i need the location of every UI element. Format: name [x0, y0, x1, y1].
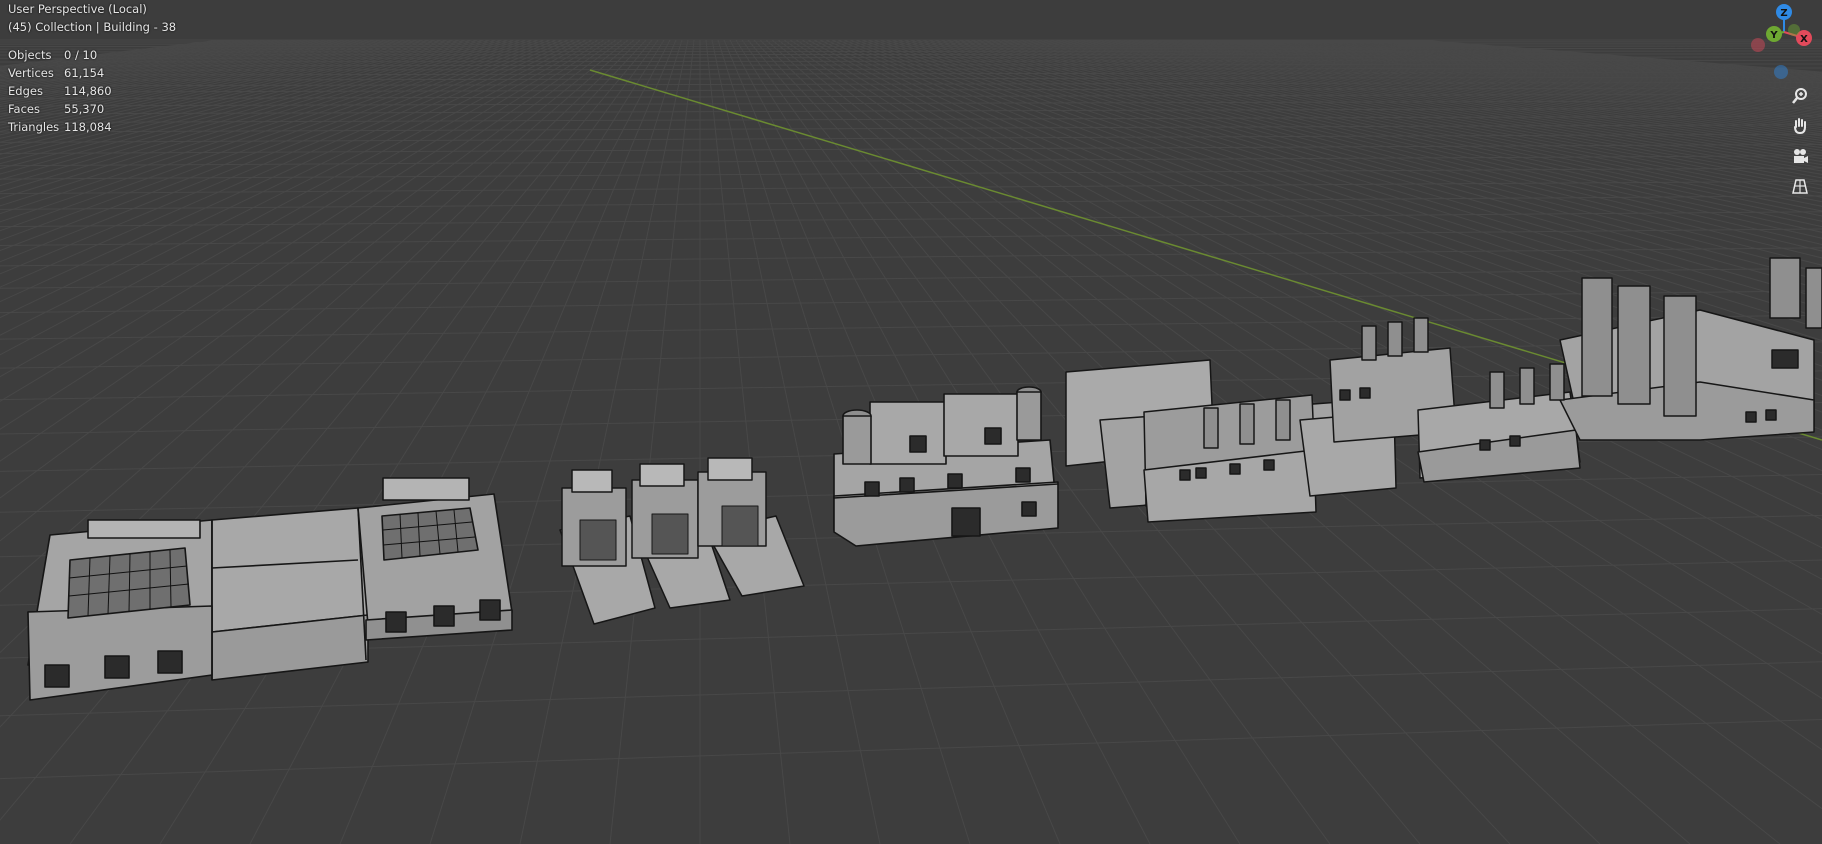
navigation-gizmo[interactable]: X Z Y	[1746, 0, 1822, 84]
viewport-title: User Perspective (Local)	[8, 2, 147, 16]
stat-objects: Objects 0 / 10	[8, 46, 176, 64]
stat-value: 61,154	[64, 66, 105, 80]
stat-label: Triangles	[8, 120, 60, 134]
stat-triangles: Triangles 118,084	[8, 118, 176, 136]
stat-faces: Faces 55,370	[8, 100, 176, 118]
gizmo-z-label: Z	[1780, 8, 1787, 19]
gizmo-neg-x-icon[interactable]	[1751, 38, 1765, 52]
viewport-context: (45) Collection | Building - 38	[8, 20, 177, 34]
zoom-icon[interactable]	[1788, 84, 1812, 108]
perspective-grid-icon[interactable]	[1788, 174, 1812, 198]
pan-hand-icon[interactable]	[1788, 114, 1812, 138]
gizmo-y-label: Y	[1769, 30, 1778, 41]
stat-label: Faces	[8, 102, 40, 116]
stat-value: 0 / 10	[64, 48, 98, 62]
stat-label: Vertices	[8, 66, 54, 80]
stat-label: Objects	[8, 48, 52, 62]
stat-vertices: Vertices 61,154	[8, 64, 176, 82]
building-warehouse[interactable]	[27, 477, 513, 701]
building-office[interactable]	[833, 386, 1059, 547]
gizmo-neg-y-icon[interactable]	[1788, 24, 1800, 36]
viewport-info-overlay: User Perspective (Local) (45) Collection…	[8, 0, 176, 136]
utility-units[interactable]	[559, 457, 805, 625]
stat-label: Edges	[8, 84, 43, 98]
stat-value: 118,084	[64, 120, 112, 134]
gizmo-x-label: X	[1800, 34, 1808, 45]
camera-view-icon[interactable]	[1788, 144, 1812, 168]
stat-value: 114,860	[64, 84, 112, 98]
gizmo-neg-z-icon[interactable]	[1774, 65, 1788, 79]
stat-value: 55,370	[64, 102, 105, 116]
stat-edges: Edges 114,860	[8, 82, 176, 100]
scene-statistics: Objects 0 / 10 Vertices 61,154 Edges 114…	[8, 46, 176, 136]
3d-viewport[interactable]: User Perspective (Local) (45) Collection…	[0, 0, 1822, 844]
scene-canvas[interactable]	[0, 0, 1822, 844]
